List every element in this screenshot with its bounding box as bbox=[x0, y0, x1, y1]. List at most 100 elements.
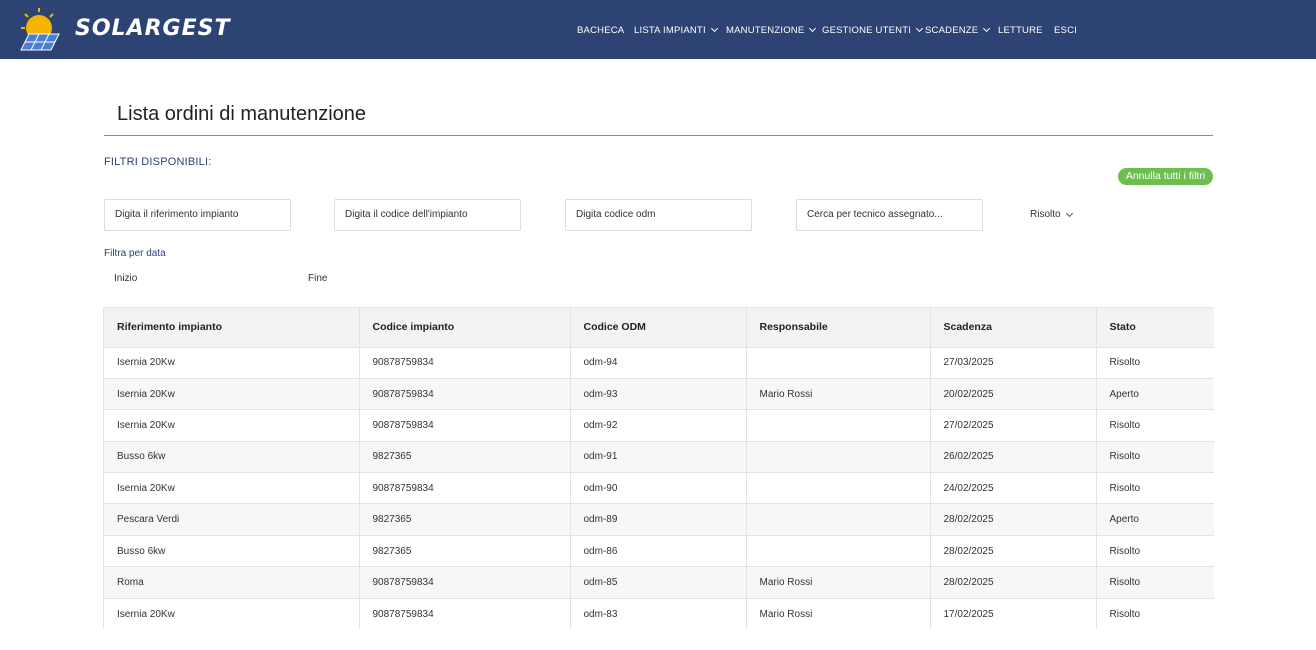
nav-gestione-utenti[interactable]: GESTIONE UTENTI bbox=[822, 22, 924, 38]
table-row[interactable]: Isernia 20Kw 90878759834 odm-94 27/03/20… bbox=[104, 346, 1214, 379]
cell-riferimento: Busso 6kw bbox=[104, 440, 360, 473]
cell-scadenza: 28/02/2025 bbox=[930, 566, 1097, 599]
maintenance-orders-table: Riferimento impianto Codice impianto Cod… bbox=[103, 307, 1214, 630]
cell-responsabile: Mario Rossi bbox=[746, 597, 931, 630]
cell-scadenza: 28/02/2025 bbox=[930, 503, 1097, 536]
cell-responsabile: Mario Rossi bbox=[746, 566, 931, 599]
chevron-down-icon bbox=[916, 24, 924, 33]
cell-scadenza: 20/02/2025 bbox=[930, 377, 1097, 410]
nav-manutenzione-label: MANUTENZIONE bbox=[726, 24, 805, 36]
cell-riferimento: Roma bbox=[104, 566, 360, 599]
cell-codice-odm: odm-92 bbox=[570, 409, 747, 442]
cell-scadenza: 24/02/2025 bbox=[930, 472, 1097, 504]
cell-stato: Risolto bbox=[1096, 566, 1214, 599]
cell-codice-impianto: 9827365 bbox=[359, 534, 571, 567]
col-header-scadenza[interactable]: Scadenza bbox=[930, 308, 1097, 347]
filters-label: FILTRI DISPONIBILI: bbox=[104, 156, 212, 168]
nav-lista-impianti-label: LISTA IMPIANTI bbox=[634, 24, 706, 36]
fine-date-input[interactable]: Fine bbox=[298, 264, 484, 294]
cell-responsabile bbox=[746, 534, 931, 567]
cell-codice-odm: odm-89 bbox=[570, 503, 747, 536]
chevron-down-icon bbox=[710, 24, 718, 33]
chevron-down-icon bbox=[983, 24, 991, 33]
date-filter-label: Filtra per data bbox=[104, 248, 166, 259]
cell-scadenza: 17/02/2025 bbox=[930, 597, 1097, 630]
chevron-down-icon bbox=[1065, 209, 1073, 218]
nav-letture[interactable]: LETTURE bbox=[998, 22, 1043, 38]
cell-stato: Risolto bbox=[1096, 534, 1214, 567]
stato-select-value: Risolto bbox=[1030, 209, 1061, 220]
cell-riferimento: Isernia 20Kw bbox=[104, 597, 360, 630]
nav-manutenzione[interactable]: MANUTENZIONE bbox=[726, 22, 817, 38]
cell-riferimento: Pescara Verdi bbox=[104, 503, 360, 536]
cell-stato: Risolto bbox=[1096, 597, 1214, 630]
cell-responsabile bbox=[746, 472, 931, 504]
cell-codice-impianto: 90878759834 bbox=[359, 597, 571, 630]
col-header-codice-impianto[interactable]: Codice impianto bbox=[359, 308, 571, 347]
cell-stato: Aperto bbox=[1096, 503, 1214, 536]
cell-stato: Risolto bbox=[1096, 472, 1214, 504]
cell-codice-odm: odm-94 bbox=[570, 346, 747, 379]
nav-gestione-utenti-label: GESTIONE UTENTI bbox=[822, 24, 912, 36]
cell-codice-impianto: 90878759834 bbox=[359, 346, 571, 379]
cell-codice-odm: odm-91 bbox=[570, 440, 747, 473]
cell-responsabile bbox=[746, 440, 931, 473]
table-row[interactable]: Isernia 20Kw 90878759834 odm-92 27/02/20… bbox=[104, 409, 1214, 442]
cell-scadenza: 26/02/2025 bbox=[930, 440, 1097, 473]
cell-codice-odm: odm-93 bbox=[570, 377, 747, 410]
cell-riferimento: Isernia 20Kw bbox=[104, 472, 360, 504]
nav-esci[interactable]: ESCI bbox=[1054, 22, 1077, 38]
main-nav: BACHECA LISTA IMPIANTI MANUTENZIONE GEST… bbox=[0, 0, 1316, 59]
cell-responsabile bbox=[746, 346, 931, 379]
cell-codice-impianto: 90878759834 bbox=[359, 409, 571, 442]
col-header-responsabile[interactable]: Responsabile bbox=[746, 308, 931, 347]
cell-codice-impianto: 9827365 bbox=[359, 440, 571, 473]
table-row[interactable]: Isernia 20Kw 90878759834 odm-83 Mario Ro… bbox=[104, 597, 1214, 630]
nav-esci-label: ESCI bbox=[1054, 24, 1077, 36]
col-header-riferimento[interactable]: Riferimento impianto bbox=[104, 308, 360, 347]
cell-responsabile bbox=[746, 503, 931, 536]
nav-lista-impianti[interactable]: LISTA IMPIANTI bbox=[634, 22, 718, 38]
cell-riferimento: Busso 6kw bbox=[104, 534, 360, 567]
cell-scadenza: 27/02/2025 bbox=[930, 409, 1097, 442]
nav-bacheca-label: BACHECA bbox=[577, 24, 625, 36]
cell-codice-odm: odm-85 bbox=[570, 566, 747, 599]
nav-letture-label: LETTURE bbox=[998, 24, 1043, 36]
table-header-row: Riferimento impianto Codice impianto Cod… bbox=[104, 308, 1214, 347]
nav-scadenze[interactable]: SCADENZE bbox=[925, 22, 991, 38]
cell-codice-odm: odm-86 bbox=[570, 534, 747, 567]
tecnico-filter-input[interactable]: Cerca per tecnico assegnato... bbox=[796, 199, 983, 231]
cell-codice-odm: odm-83 bbox=[570, 597, 747, 630]
cell-stato: Risolto bbox=[1096, 409, 1214, 442]
table-row[interactable]: Isernia 20Kw 90878759834 odm-93 Mario Ro… bbox=[104, 377, 1214, 410]
riferimento-filter-input[interactable]: Digita il riferimento impianto bbox=[104, 199, 291, 231]
inizio-date-input[interactable]: Inizio bbox=[104, 264, 290, 294]
reset-filters-button[interactable]: Annulla tutti i filtri bbox=[1118, 168, 1213, 185]
cell-responsabile: Mario Rossi bbox=[746, 377, 931, 410]
cell-codice-odm: odm-90 bbox=[570, 472, 747, 504]
cell-riferimento: Isernia 20Kw bbox=[104, 346, 360, 379]
stato-filter-select[interactable]: Risolto bbox=[1025, 199, 1075, 231]
cell-scadenza: 27/03/2025 bbox=[930, 346, 1097, 379]
table-row[interactable]: Roma 90878759834 odm-85 Mario Rossi 28/0… bbox=[104, 566, 1214, 599]
cell-codice-impianto: 90878759834 bbox=[359, 472, 571, 504]
cell-stato: Risolto bbox=[1096, 346, 1214, 379]
col-header-stato[interactable]: Stato bbox=[1096, 308, 1214, 347]
table-row[interactable]: Busso 6kw 9827365 odm-91 26/02/2025 Riso… bbox=[104, 440, 1214, 473]
cell-stato: Aperto bbox=[1096, 377, 1214, 410]
col-header-codice-odm[interactable]: Codice ODM bbox=[570, 308, 747, 347]
codice-odm-filter-input[interactable]: Digita codice odm bbox=[565, 199, 752, 231]
codice-impianto-filter-input[interactable]: Digita il codice dell'impianto bbox=[334, 199, 521, 231]
cell-codice-impianto: 90878759834 bbox=[359, 566, 571, 599]
table-row[interactable]: Pescara Verdi 9827365 odm-89 28/02/2025 … bbox=[104, 503, 1214, 536]
top-navbar: SOLARGEST BACHECA LISTA IMPIANTI MANUTEN… bbox=[0, 0, 1316, 59]
cell-codice-impianto: 9827365 bbox=[359, 503, 571, 536]
title-divider bbox=[104, 135, 1213, 136]
table-row[interactable]: Busso 6kw 9827365 odm-86 28/02/2025 Riso… bbox=[104, 534, 1214, 567]
table-row[interactable]: Isernia 20Kw 90878759834 odm-90 24/02/20… bbox=[104, 472, 1214, 504]
cell-stato: Risolto bbox=[1096, 440, 1214, 473]
cell-riferimento: Isernia 20Kw bbox=[104, 409, 360, 442]
nav-bacheca[interactable]: BACHECA bbox=[577, 22, 624, 38]
nav-scadenze-label: SCADENZE bbox=[925, 24, 979, 36]
cell-responsabile bbox=[746, 409, 931, 442]
